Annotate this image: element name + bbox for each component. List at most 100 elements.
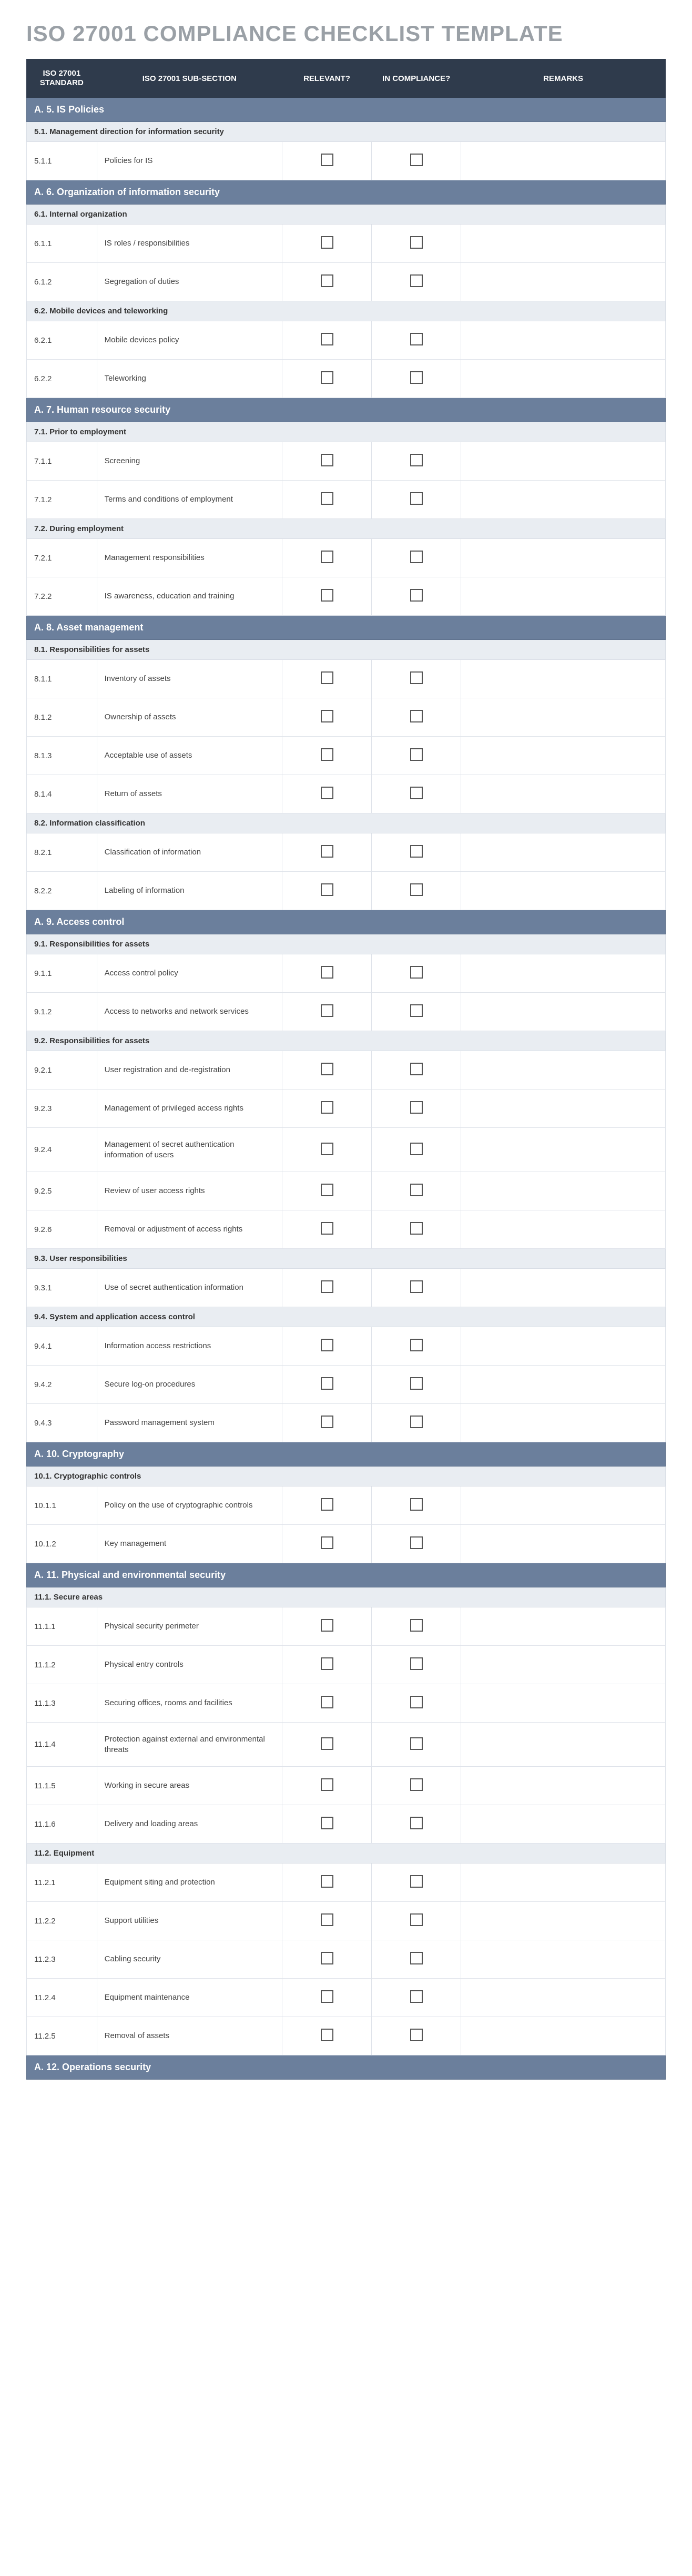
- relevant-checkbox[interactable]: [321, 274, 333, 287]
- relevant-checkbox[interactable]: [321, 1536, 333, 1549]
- relevant-checkbox[interactable]: [321, 787, 333, 799]
- compliance-checkbox[interactable]: [410, 1143, 423, 1155]
- remarks-cell[interactable]: [461, 1172, 666, 1210]
- relevant-checkbox[interactable]: [321, 589, 333, 602]
- relevant-checkbox[interactable]: [321, 492, 333, 505]
- remarks-cell[interactable]: [461, 1607, 666, 1646]
- compliance-checkbox[interactable]: [410, 274, 423, 287]
- relevant-checkbox[interactable]: [321, 1222, 333, 1235]
- compliance-checkbox[interactable]: [410, 710, 423, 722]
- compliance-checkbox[interactable]: [410, 787, 423, 799]
- relevant-checkbox[interactable]: [321, 671, 333, 684]
- relevant-checkbox[interactable]: [321, 1696, 333, 1708]
- remarks-cell[interactable]: [461, 1805, 666, 1844]
- compliance-checkbox[interactable]: [410, 845, 423, 858]
- compliance-checkbox[interactable]: [410, 454, 423, 466]
- compliance-checkbox[interactable]: [410, 1339, 423, 1351]
- relevant-checkbox[interactable]: [321, 371, 333, 384]
- remarks-cell[interactable]: [461, 1051, 666, 1090]
- relevant-checkbox[interactable]: [321, 845, 333, 858]
- remarks-cell[interactable]: [461, 539, 666, 577]
- remarks-cell[interactable]: [461, 698, 666, 737]
- relevant-checkbox[interactable]: [321, 1004, 333, 1017]
- remarks-cell[interactable]: [461, 321, 666, 360]
- remarks-cell[interactable]: [461, 1646, 666, 1684]
- relevant-checkbox[interactable]: [321, 1377, 333, 1390]
- compliance-checkbox[interactable]: [410, 1377, 423, 1390]
- relevant-checkbox[interactable]: [321, 1184, 333, 1196]
- relevant-checkbox[interactable]: [321, 2029, 333, 2041]
- relevant-checkbox[interactable]: [321, 1990, 333, 2003]
- remarks-cell[interactable]: [461, 1090, 666, 1128]
- compliance-checkbox[interactable]: [410, 236, 423, 249]
- relevant-checkbox[interactable]: [321, 1339, 333, 1351]
- relevant-checkbox[interactable]: [321, 1416, 333, 1428]
- relevant-checkbox[interactable]: [321, 1778, 333, 1791]
- remarks-cell[interactable]: [461, 660, 666, 698]
- compliance-checkbox[interactable]: [410, 1696, 423, 1708]
- compliance-checkbox[interactable]: [410, 551, 423, 563]
- compliance-checkbox[interactable]: [410, 1619, 423, 1632]
- compliance-checkbox[interactable]: [410, 492, 423, 505]
- relevant-checkbox[interactable]: [321, 154, 333, 166]
- compliance-checkbox[interactable]: [410, 1536, 423, 1549]
- remarks-cell[interactable]: [461, 225, 666, 263]
- compliance-checkbox[interactable]: [410, 1875, 423, 1888]
- compliance-checkbox[interactable]: [410, 333, 423, 345]
- relevant-checkbox[interactable]: [321, 1737, 333, 1750]
- relevant-checkbox[interactable]: [321, 966, 333, 979]
- compliance-checkbox[interactable]: [410, 1101, 423, 1114]
- remarks-cell[interactable]: [461, 1404, 666, 1442]
- remarks-cell[interactable]: [461, 1767, 666, 1805]
- remarks-cell[interactable]: [461, 1723, 666, 1767]
- compliance-checkbox[interactable]: [410, 1004, 423, 1017]
- compliance-checkbox[interactable]: [410, 1778, 423, 1791]
- compliance-checkbox[interactable]: [410, 371, 423, 384]
- remarks-cell[interactable]: [461, 1940, 666, 1979]
- remarks-cell[interactable]: [461, 1128, 666, 1172]
- remarks-cell[interactable]: [461, 2017, 666, 2055]
- remarks-cell[interactable]: [461, 993, 666, 1031]
- relevant-checkbox[interactable]: [321, 1952, 333, 1964]
- relevant-checkbox[interactable]: [321, 1143, 333, 1155]
- relevant-checkbox[interactable]: [321, 1063, 333, 1075]
- relevant-checkbox[interactable]: [321, 1657, 333, 1670]
- compliance-checkbox[interactable]: [410, 966, 423, 979]
- compliance-checkbox[interactable]: [410, 2029, 423, 2041]
- relevant-checkbox[interactable]: [321, 1875, 333, 1888]
- compliance-checkbox[interactable]: [410, 1222, 423, 1235]
- remarks-cell[interactable]: [461, 1269, 666, 1307]
- compliance-checkbox[interactable]: [410, 748, 423, 761]
- remarks-cell[interactable]: [461, 1684, 666, 1723]
- compliance-checkbox[interactable]: [410, 1952, 423, 1964]
- compliance-checkbox[interactable]: [410, 589, 423, 602]
- compliance-checkbox[interactable]: [410, 1416, 423, 1428]
- remarks-cell[interactable]: [461, 442, 666, 481]
- compliance-checkbox[interactable]: [410, 1184, 423, 1196]
- compliance-checkbox[interactable]: [410, 1657, 423, 1670]
- remarks-cell[interactable]: [461, 775, 666, 813]
- compliance-checkbox[interactable]: [410, 1280, 423, 1293]
- relevant-checkbox[interactable]: [321, 551, 333, 563]
- compliance-checkbox[interactable]: [410, 1817, 423, 1829]
- remarks-cell[interactable]: [461, 737, 666, 775]
- relevant-checkbox[interactable]: [321, 236, 333, 249]
- remarks-cell[interactable]: [461, 1525, 666, 1563]
- compliance-checkbox[interactable]: [410, 154, 423, 166]
- remarks-cell[interactable]: [461, 1979, 666, 2017]
- relevant-checkbox[interactable]: [321, 1101, 333, 1114]
- remarks-cell[interactable]: [461, 1327, 666, 1366]
- relevant-checkbox[interactable]: [321, 1280, 333, 1293]
- remarks-cell[interactable]: [461, 1902, 666, 1940]
- compliance-checkbox[interactable]: [410, 1737, 423, 1750]
- remarks-cell[interactable]: [461, 1486, 666, 1525]
- compliance-checkbox[interactable]: [410, 1063, 423, 1075]
- compliance-checkbox[interactable]: [410, 1913, 423, 1926]
- compliance-checkbox[interactable]: [410, 1990, 423, 2003]
- relevant-checkbox[interactable]: [321, 748, 333, 761]
- compliance-checkbox[interactable]: [410, 883, 423, 896]
- remarks-cell[interactable]: [461, 360, 666, 398]
- remarks-cell[interactable]: [461, 1366, 666, 1404]
- relevant-checkbox[interactable]: [321, 883, 333, 896]
- remarks-cell[interactable]: [461, 1864, 666, 1902]
